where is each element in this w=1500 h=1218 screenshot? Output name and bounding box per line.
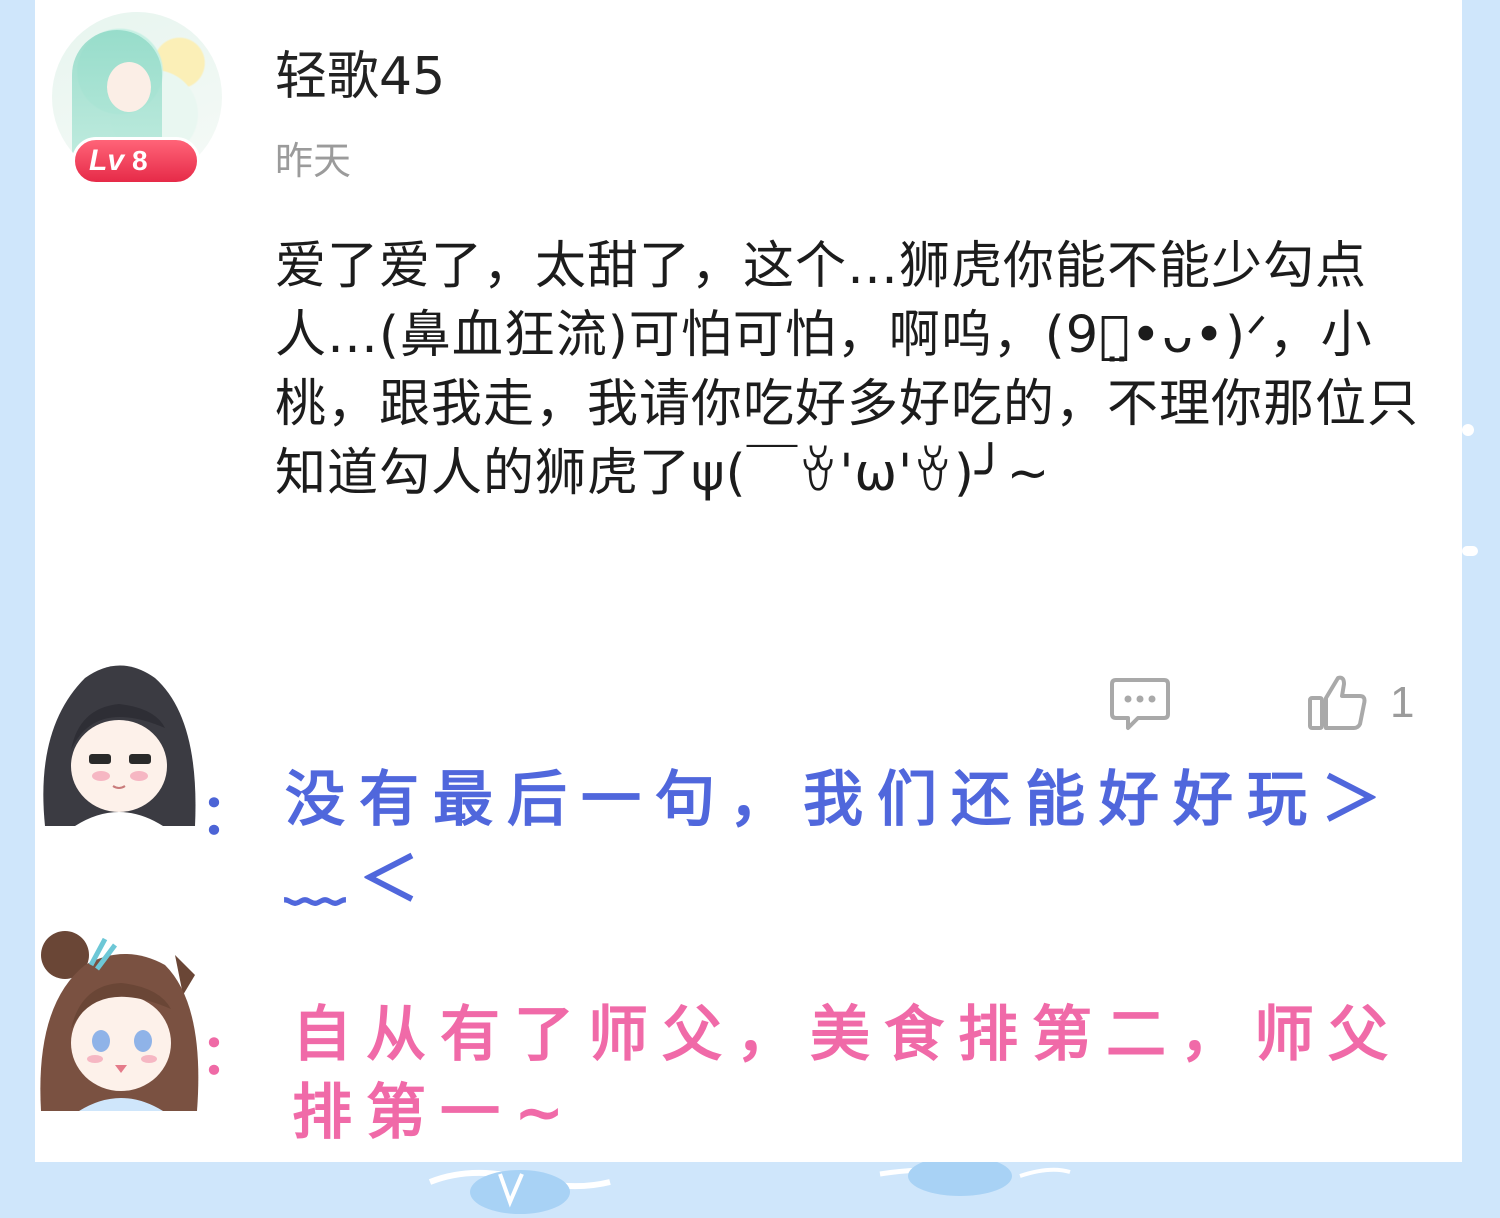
like-count: 1: [1390, 678, 1415, 727]
level-badge: Lv 8: [72, 137, 200, 185]
username[interactable]: 轻歌45: [275, 34, 445, 109]
level-badge-prefix: Lv: [89, 144, 125, 177]
note-colon: ：: [200, 1023, 256, 1088]
overlay-note-blue: 没有最后一句，我们还能好好玩＞﹏＜: [285, 765, 1395, 915]
brown-haired-chibi-avatar: [35, 925, 203, 1111]
comment-bubble-icon[interactable]: [1108, 674, 1172, 734]
dark-haired-chibi-avatar: [35, 658, 203, 826]
dark-haired-chibi-drawing: [43, 665, 196, 826]
note-colon: ：: [200, 783, 256, 848]
user-avatar-container[interactable]: Lv 8: [52, 12, 222, 185]
overlay-note-pink: 自从有了师父，美食排第二，师父排第一~: [292, 1000, 1402, 1148]
brown-haired-chibi-drawing: [40, 931, 199, 1111]
comment-text: 爱了爱了，太甜了，这个…狮虎你能不能少勾点人…(鼻血狂流)可怕可怕，啊呜，(9ৎ…: [275, 237, 1420, 503]
decorative-dot: [1462, 424, 1474, 436]
bottom-decoration: [428, 1162, 1071, 1214]
decorative-dot: [1462, 546, 1478, 556]
comment-timestamp: 昨天: [275, 139, 352, 183]
comment-card: [35, 0, 1462, 1162]
avatar-face-shape: [107, 62, 151, 112]
thumbs-up-icon[interactable]: [1306, 672, 1370, 734]
level-badge-number: 8: [132, 145, 148, 176]
